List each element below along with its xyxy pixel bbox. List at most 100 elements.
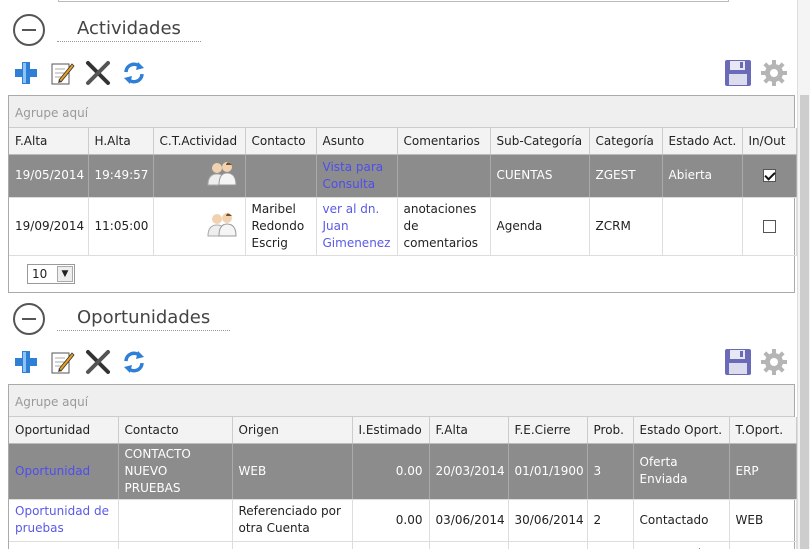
top-panel-edge [58,0,729,2]
col-header[interactable]: I.Estimado [352,417,430,444]
cell-tipo [153,154,246,198]
cell-oportunidad [9,541,119,549]
table-row[interactable]: 19/09/2014 11:05:00 Maribel Redondo Escr… [9,197,797,256]
gear-icon[interactable] [760,59,788,87]
table-row[interactable]: 19/05/2014 19:49:57 Vista para Consulta … [9,154,797,198]
actividades-grid: Agrupe aquí F.Alta H.Alta C.T.Actividad … [8,95,797,293]
cell-estimado: 0.00 [352,541,430,549]
cell-f-alta: 20/03/2014 [429,443,509,500]
cell-contacto [245,154,317,198]
cell-oportunidad: Oportunidad de pruebas [9,499,119,542]
table-row[interactable]: EMAIL 0.00 13/01/2015 12/02/2015 2 Conta… [9,541,797,549]
cell-tipo: WEB [729,499,797,542]
group-drop-area[interactable]: Agrupe aquí [9,96,794,128]
cell-f-cierre: 01/01/1900 [508,443,588,500]
cell-inout [742,154,797,198]
col-header[interactable]: T.Oport. [729,417,797,444]
scrollbar-thumb[interactable] [800,95,809,549]
people-icon [205,162,239,189]
cell-tipo [153,197,246,256]
cell-f-alta: 13/01/2015 [429,541,509,549]
col-header[interactable]: Contacto [118,417,233,444]
col-header[interactable]: Oportunidad [9,417,119,444]
col-header[interactable]: Categoría [589,128,663,155]
cell-prob: 3 [587,443,634,500]
cell-f-alta: 19/05/2014 [9,154,89,198]
cell-prob: 2 [587,541,634,549]
x-icon[interactable] [84,348,112,376]
pencil-icon[interactable] [48,59,76,87]
col-header[interactable]: F.E.Cierre [508,417,588,444]
col-header[interactable]: Estado Oport. [633,417,730,444]
cell-contacto: CONTACTO NUEVO PRUEBAS [118,443,233,500]
col-header[interactable]: Origen [232,417,353,444]
cell-categoria: ZGEST [589,154,663,198]
oportunidades-header: Oportunidades [13,301,231,337]
cell-estado: Abierta [662,154,743,198]
page-size-select[interactable]: 10 ▼ [27,263,75,284]
vertical-scrollbar[interactable] [797,0,810,549]
cell-estado: Contactado [633,541,730,549]
cell-origen: WEB [232,443,353,500]
actividades-toolbar [12,59,797,89]
pencil-icon[interactable] [48,348,76,376]
collapse-toggle-icon[interactable] [13,303,45,335]
oportunidades-toolbar [12,348,797,378]
chevron-down-icon[interactable]: ▼ [57,265,73,282]
plus-icon[interactable] [12,348,40,376]
cell-estado: Contactado [633,499,730,542]
header-row: Oportunidad Contacto Origen I.Estimado F… [9,417,797,444]
people-icon [205,212,239,240]
section-title: Actividades [57,18,201,42]
floppy-disk-icon[interactable] [724,59,752,87]
cell-comentarios: anotaciones de comentarios [397,197,491,256]
col-header[interactable]: In/Out [742,128,797,155]
cell-inout [742,197,797,256]
refresh-icon[interactable] [120,348,148,376]
col-header[interactable]: F.Alta [9,128,89,155]
cell-estado [662,197,743,256]
oportunidades-grid: Agrupe aquí Oportunidad Contacto Origen … [8,384,797,549]
col-header[interactable]: Contacto [245,128,317,155]
col-header[interactable]: Sub-Categoría [490,128,590,155]
oportunidad-link[interactable]: Oportunidad [15,464,90,478]
gear-icon[interactable] [760,348,788,376]
col-header[interactable]: C.T.Actividad [153,128,246,155]
cell-estimado: 0.00 [352,443,430,500]
x-icon[interactable] [84,59,112,87]
cell-estado: Oferta Enviada [633,443,730,500]
cell-subcategoria: CUENTAS [490,154,590,198]
group-drop-area[interactable]: Agrupe aquí [9,385,794,417]
asunto-link[interactable]: Vista para Consulta [323,160,384,191]
asunto-link[interactable]: ver al dn. Juan Gimenenez [323,202,391,250]
floppy-disk-icon[interactable] [724,348,752,376]
cell-h-alta: 19:49:57 [88,154,154,198]
cell-tipo: ERP [729,443,797,500]
col-header[interactable]: Comentarios [397,128,491,155]
cell-asunto: ver al dn. Juan Gimenenez [316,197,398,256]
table-row[interactable]: Oportunidad CONTACTO NUEVO PRUEBAS WEB 0… [9,443,797,500]
cell-origen: EMAIL [232,541,353,549]
col-header[interactable]: H.Alta [88,128,154,155]
cell-subcategoria: Agenda [490,197,590,256]
table-row[interactable]: Oportunidad de pruebas Referenciado por … [9,499,797,542]
section-title: Oportunidades [57,307,231,331]
cell-contacto: Maribel Redondo Escrig [245,197,317,256]
cell-comentarios [397,154,491,198]
collapse-toggle-icon[interactable] [13,14,45,46]
cell-f-alta: 19/09/2014 [9,197,89,256]
col-header[interactable]: Prob. [587,417,634,444]
cell-f-cierre: 12/02/2015 [508,541,588,549]
col-header[interactable]: Estado Act. [662,128,743,155]
cell-contacto [118,499,233,542]
inout-checkbox[interactable] [762,169,776,182]
col-header[interactable]: F.Alta [429,417,509,444]
refresh-icon[interactable] [120,59,148,87]
inout-checkbox[interactable] [762,219,776,233]
header-row: F.Alta H.Alta C.T.Actividad Contacto Asu… [9,128,797,155]
cell-f-alta: 03/06/2014 [429,499,509,542]
oportunidad-link[interactable]: Oportunidad de pruebas [15,504,109,535]
actividades-header: Actividades [13,12,213,48]
plus-icon[interactable] [12,59,40,87]
col-header[interactable]: Asunto [316,128,398,155]
